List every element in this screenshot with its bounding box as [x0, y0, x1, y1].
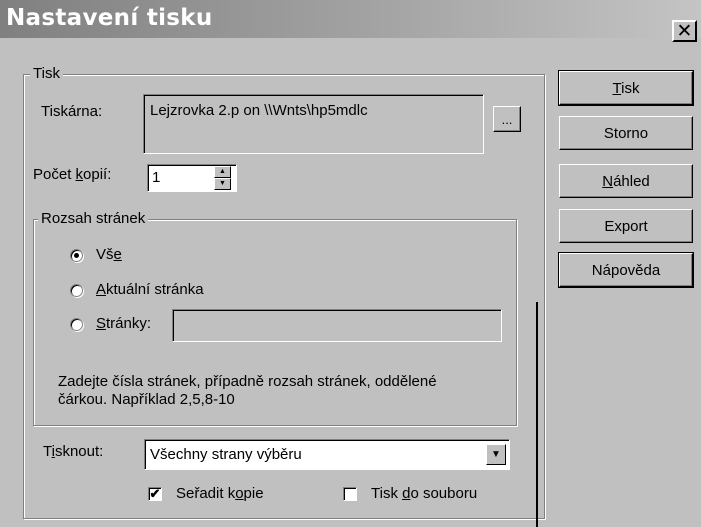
printer-value: Lejzrovka 2.p on \\Wnts\hp5mdlc [150, 102, 368, 119]
print-button[interactable]: Tisk [558, 70, 694, 106]
radio-pages-u: S [96, 315, 107, 332]
print-what-select[interactable]: Všechny strany výběru [144, 439, 510, 470]
print-to-file-checkbox[interactable] [343, 487, 357, 501]
print-button-post: isk [621, 79, 640, 97]
copies-label: Počet kopií: [33, 166, 111, 184]
preview-button-label: Náhled [602, 173, 650, 190]
chevron-down-icon: ▼ [491, 449, 501, 460]
preview-button-u: N [602, 172, 614, 190]
to-file-pre: Tisk [371, 485, 403, 502]
printer-label: Tiskárna: [41, 103, 103, 120]
spin-up-icon: ▲ [219, 168, 226, 175]
collate-pre: Seřadit k [176, 485, 236, 502]
radio-current-u: A [96, 281, 107, 298]
collate-checkbox[interactable]: ✔ [148, 487, 162, 501]
radio-all[interactable] [70, 249, 83, 262]
print-button-label: Tisk [613, 80, 640, 97]
radio-all-pre: Vš [96, 246, 114, 263]
print-what-post: sknout: [54, 443, 104, 460]
print-what-value: Všechny strany výběru [150, 446, 302, 463]
checkmark-icon: ✔ [149, 486, 161, 501]
radio-pages[interactable] [70, 318, 83, 331]
collate-u: o [235, 485, 244, 502]
help-button[interactable]: Nápověda [558, 252, 694, 288]
copies-label-pre: Počet [33, 166, 76, 183]
copies-down-button[interactable]: ▼ [214, 178, 231, 190]
print-button-u: T [612, 79, 622, 97]
copies-label-post: opií: [83, 166, 112, 183]
separator-line [536, 302, 538, 527]
export-button-label: Export [604, 217, 648, 235]
radio-all-label[interactable]: Vše [96, 246, 122, 264]
collate-label[interactable]: Seřadit kopie [176, 485, 264, 503]
help-button-label: Nápověda [591, 261, 661, 279]
cancel-button-label: Storno [603, 124, 649, 142]
copies-up-button[interactable]: ▲ [214, 166, 231, 178]
title-bar: Nastavení tisku [0, 0, 701, 38]
radio-all-u: e [113, 246, 122, 263]
window-title: Nastavení tisku [6, 5, 213, 31]
close-button[interactable]: ✕ [672, 20, 697, 42]
page-range-hint-line1: Zadejte čísla stránek, případně rozsah s… [58, 373, 437, 390]
radio-current-page[interactable] [70, 284, 83, 297]
radio-pages-post: tránky: [106, 315, 152, 332]
browse-label: ... [501, 111, 513, 127]
print-to-file-label[interactable]: Tisk do souboru [371, 485, 477, 503]
close-icon: ✕ [676, 19, 693, 42]
printer-field: Lejzrovka 2.p on \\Wnts\hp5mdlc [143, 94, 484, 154]
print-what-dropdown-button[interactable]: ▼ [486, 444, 506, 465]
print-group-legend: Tisk [30, 65, 63, 83]
browse-printer-button[interactable]: ... [493, 106, 521, 132]
radio-current-page-label[interactable]: Aktuální stránka [96, 281, 204, 299]
cancel-button[interactable]: Storno [559, 116, 693, 150]
spin-down-icon: ▼ [219, 180, 226, 187]
copies-label-u: k [75, 166, 84, 183]
page-range-legend: Rozsah stránek [38, 210, 149, 228]
collate-post: pie [243, 485, 264, 502]
preview-button-post: áhled [613, 172, 650, 190]
page-range-hint-line2: čárkou. Například 2,5,8-10 [58, 391, 235, 408]
to-file-post: o souboru [410, 485, 478, 502]
print-what-label: Tisknout: [43, 443, 103, 461]
copies-value: 1 [152, 169, 161, 186]
pages-input[interactable] [172, 309, 502, 342]
preview-button[interactable]: Náhled [559, 164, 693, 198]
radio-pages-label[interactable]: Stránky: [96, 315, 151, 333]
radio-current-post: ktuální stránka [106, 281, 204, 298]
print-what-pre: T [43, 443, 52, 460]
export-button[interactable]: Export [559, 209, 693, 243]
